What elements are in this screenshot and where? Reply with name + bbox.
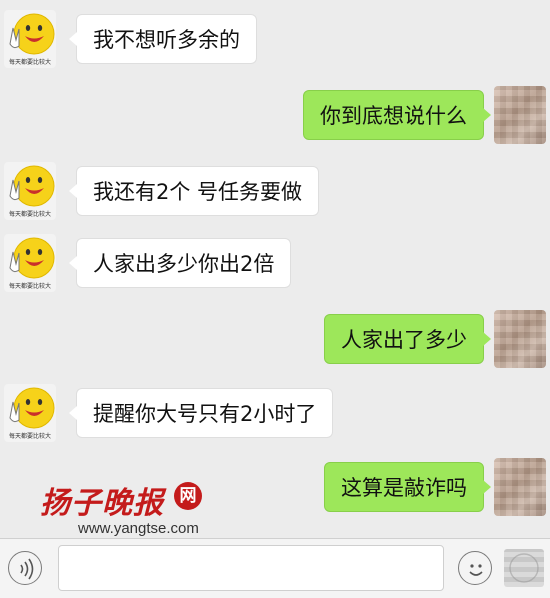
voice-icon [20,558,34,580]
avatar-caption: 每天都要比较大 [8,211,51,218]
message-row: 每天都要比较大 提醒你大号只有2小时了 [0,384,550,444]
voice-button[interactable] [8,551,42,585]
message-bubble-incoming[interactable]: 提醒你大号只有2小时了 [68,388,334,438]
smiley-peace-icon [9,387,55,429]
newspaper-watermark: 扬子晚报 网 www.yangtse.com [28,478,208,544]
message-bubble-incoming[interactable]: 我不想听多余的 [69,14,257,64]
emoji-button[interactable] [458,551,492,585]
sender-avatar[interactable]: 每天都要比较大 [4,384,56,442]
message-bubble-incoming[interactable]: 我还有2个 号任务要做 [68,166,320,216]
message-row: 每天都要比较大 我不想听多余的 [0,10,550,70]
smiley-peace-icon [9,237,55,279]
message-row: 每天都要比较大 我还有2个 号任务要做 [0,162,550,222]
smiley-peace-icon [9,13,55,55]
smiley-peace-icon [9,165,55,207]
message-row: 人家出了多少 [0,310,550,370]
plus-button[interactable] [504,549,544,587]
input-bar [0,538,550,598]
avatar-caption: 每天都要比较大 [8,433,51,440]
chat-area: 每天都要比较大 我不想听多余的 你到底想说什么 每天都要比较大 我还有2个 号任… [0,0,550,538]
avatar-caption: 每天都要比较大 [8,59,51,66]
message-bubble-incoming[interactable]: 人家出多少你出2倍 [68,238,292,288]
message-bubble-outgoing[interactable]: 你到底想说什么 [303,90,491,140]
sender-avatar[interactable]: 每天都要比较大 [4,10,56,68]
emoji-icon [469,564,483,576]
self-avatar[interactable] [494,86,546,144]
message-bubble-outgoing[interactable]: 人家出了多少 [324,314,491,364]
self-avatar[interactable] [494,310,546,368]
avatar-caption: 每天都要比较大 [8,283,51,290]
message-input[interactable] [58,545,444,591]
watermark-url: www.yangtse.com [78,520,199,537]
sender-avatar[interactable]: 每天都要比较大 [4,162,56,220]
watermark-title: 扬子晚报 [40,486,164,521]
watermark-badge: 网 [174,482,202,510]
message-row: 每天都要比较大 人家出多少你出2倍 [0,234,550,294]
message-row: 你到底想说什么 [0,86,550,146]
message-bubble-outgoing[interactable]: 这算是敲诈吗 [324,462,491,512]
self-avatar[interactable] [494,458,546,516]
plus-icon [509,553,539,583]
sender-avatar[interactable]: 每天都要比较大 [4,234,56,292]
